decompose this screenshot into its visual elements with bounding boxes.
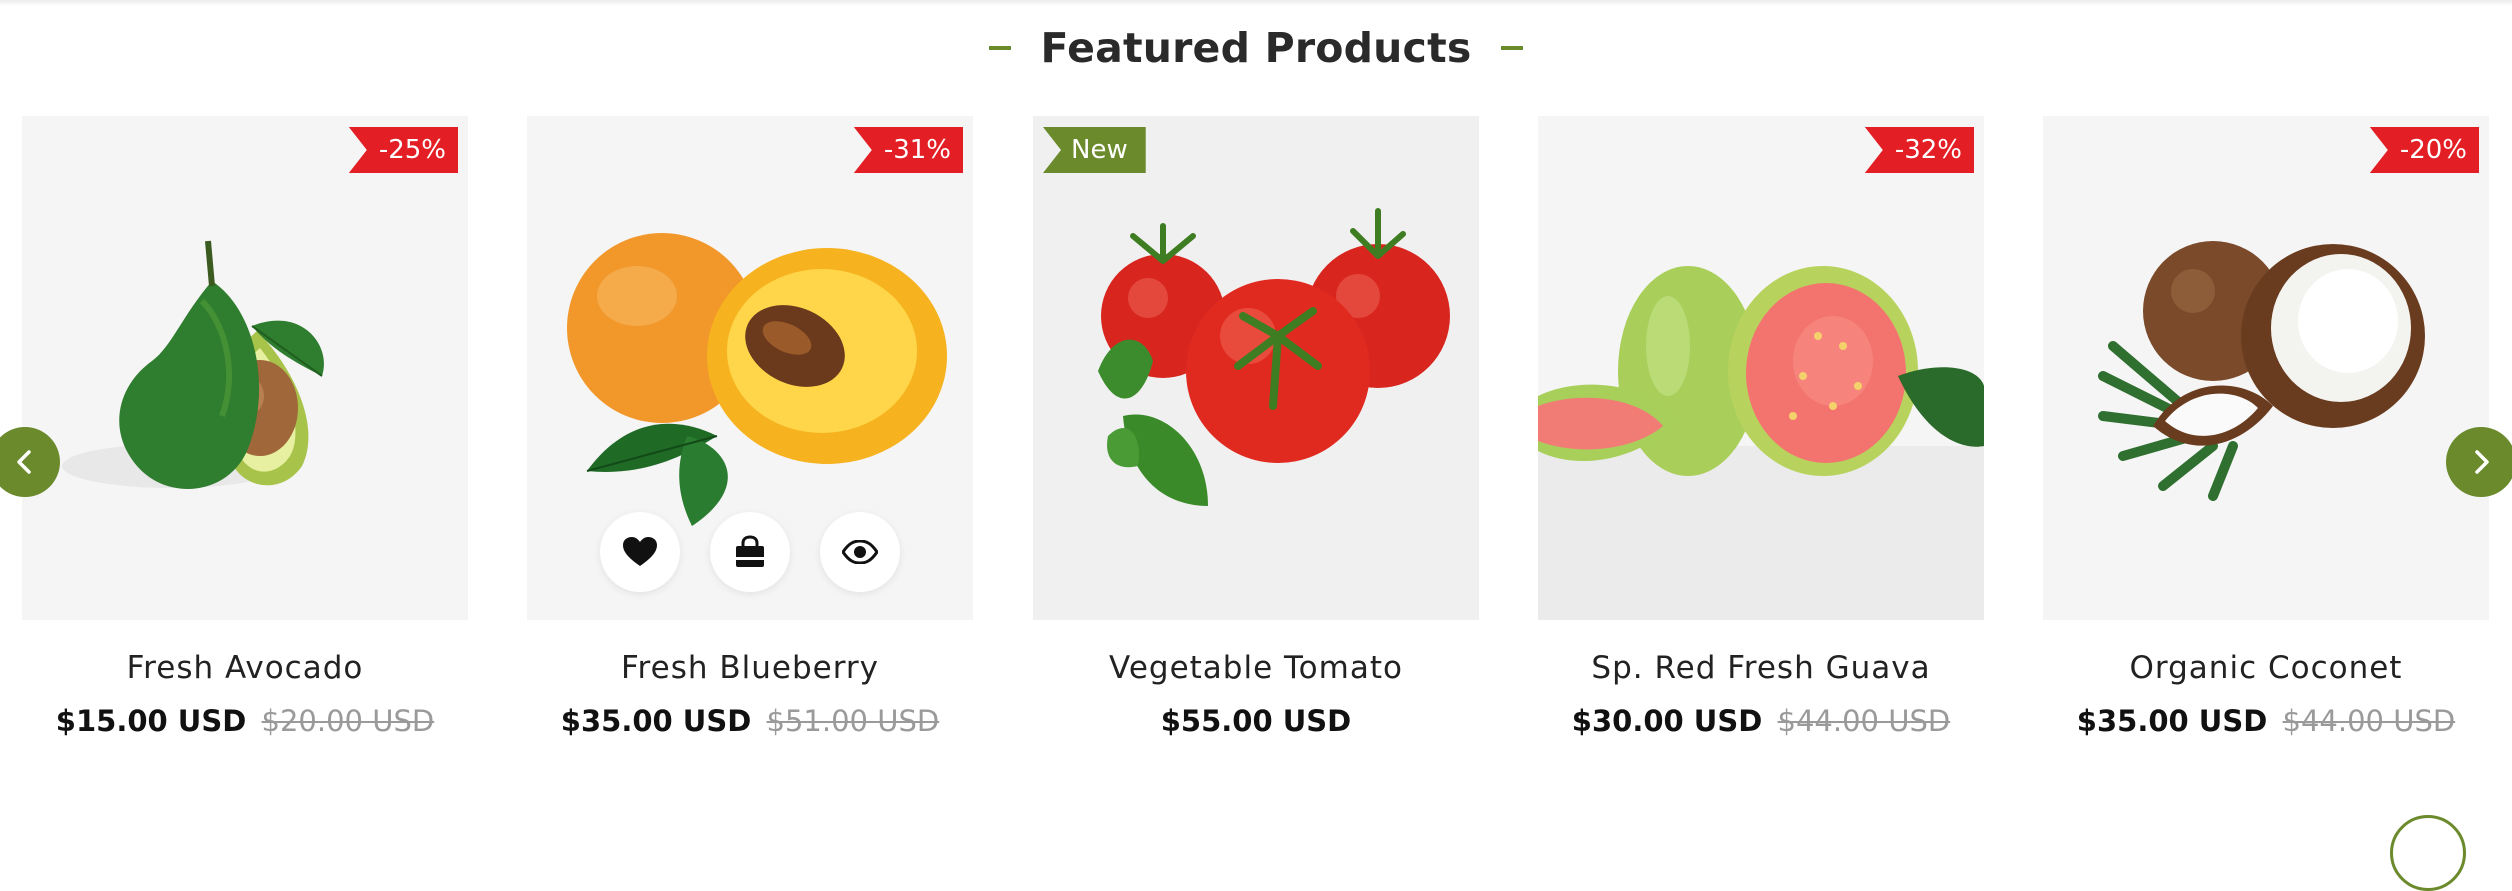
price-row: $35.00 USD $44.00 USD xyxy=(2043,704,2489,738)
current-price: $35.00 USD xyxy=(560,704,752,738)
coconut-image xyxy=(2098,241,2425,501)
heart-icon xyxy=(623,537,657,566)
product-thumb[interactable]: -20% xyxy=(2043,116,2489,620)
guava-image xyxy=(1538,266,1984,620)
tomato-image xyxy=(1033,116,1479,620)
wishlist-button[interactable] xyxy=(600,512,680,592)
current-price: $35.00 USD xyxy=(2076,704,2268,738)
product-thumb[interactable]: -32% xyxy=(1538,116,1984,620)
price-row: $55.00 USD xyxy=(1033,704,1479,738)
old-price: $44.00 USD xyxy=(2282,704,2456,738)
price-row: $15.00 USD $20.00 USD xyxy=(22,704,468,738)
product-card-guava[interactable]: -32% Sp. Red Fresh Guava $30.00 USD $44.… xyxy=(1538,116,1984,738)
product-card-avocado[interactable]: -25% Fresh Avocado $15.00 USD $20.00 USD xyxy=(22,116,468,738)
product-card-tomato[interactable]: New Vegetable Tomato $55.00 USD xyxy=(1033,116,1479,738)
add-to-cart-button[interactable] xyxy=(710,512,790,592)
product-title[interactable]: Organic Coconet xyxy=(2043,650,2489,686)
product-title[interactable]: Sp. Red Fresh Guava xyxy=(1538,650,1984,686)
product-thumb[interactable]: -31% xyxy=(527,116,973,620)
scroll-top-button[interactable] xyxy=(2390,815,2466,891)
product-thumb[interactable]: New xyxy=(1033,116,1479,620)
current-price: $55.00 USD xyxy=(1160,704,1352,738)
title-dash-left xyxy=(988,46,1011,50)
avocado-image xyxy=(62,240,324,489)
product-thumb[interactable]: -25% xyxy=(22,116,468,620)
top-shadow xyxy=(0,0,2512,6)
old-price: $44.00 USD xyxy=(1777,704,1951,738)
section-header: Featured Products xyxy=(0,18,2512,78)
price-row: $35.00 USD $51.00 USD xyxy=(527,704,973,738)
title-dash-right xyxy=(1501,46,1524,50)
eye-icon xyxy=(842,540,878,564)
product-title[interactable]: Vegetable Tomato xyxy=(1033,650,1479,686)
old-price: $51.00 USD xyxy=(766,704,940,738)
chevron-left-icon xyxy=(17,450,31,474)
product-card-blueberry[interactable]: -31% Fresh Blueberry $35.00 USD $51.00 U… xyxy=(527,116,973,738)
product-title[interactable]: Fresh Avocado xyxy=(22,650,468,686)
chevron-right-icon xyxy=(2475,450,2489,474)
shopping-bag-icon xyxy=(736,535,764,567)
old-price: $20.00 USD xyxy=(261,704,435,738)
current-price: $15.00 USD xyxy=(55,704,247,738)
quick-view-button[interactable] xyxy=(820,512,900,592)
hover-actions xyxy=(527,512,973,592)
product-title[interactable]: Fresh Blueberry xyxy=(527,650,973,686)
product-card-coconut[interactable]: -20% Organic Coconet $35.00 USD $44.00 U… xyxy=(2043,116,2489,738)
current-price: $30.00 USD xyxy=(1571,704,1763,738)
section-title: Featured Products xyxy=(1040,24,1472,72)
carousel-next-button[interactable] xyxy=(2446,427,2512,497)
price-row: $30.00 USD $44.00 USD xyxy=(1538,704,1984,738)
